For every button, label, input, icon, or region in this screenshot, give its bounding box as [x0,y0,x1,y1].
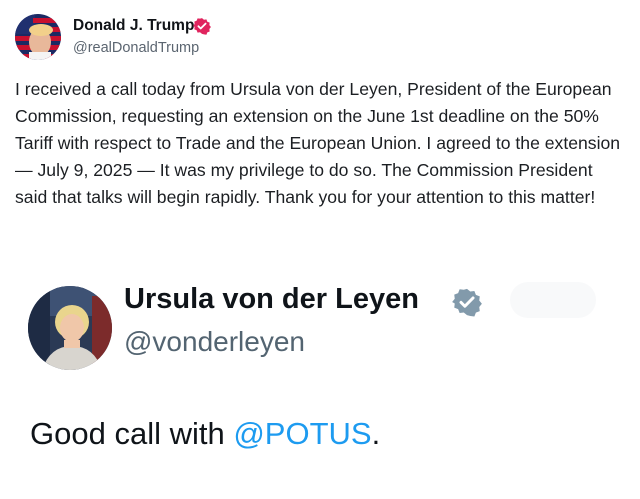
embedded-post: Ursula von der Leyen @vonderleyen Good c… [0,262,640,499]
follow-button[interactable] [510,282,596,318]
mention-link[interactable]: @POTUS [233,416,371,451]
post-text: I received a call today from Ursula von … [15,79,621,207]
top-post: Donald J. Trump @realDonaldTrump I recei… [0,0,640,262]
avatar-image [28,286,112,370]
post-text-after: . [371,416,381,451]
post-text-before: Good call with [30,416,234,451]
avatar[interactable] [15,14,61,60]
post-text: Good call with @POTUS. [30,416,380,452]
avatar-image [15,14,61,60]
author-handle[interactable]: @vonderleyen [124,326,305,358]
author-handle[interactable]: @realDonaldTrump [73,40,199,56]
verified-badge-icon [193,17,211,35]
verified-badge-icon [452,287,482,317]
avatar[interactable] [28,286,112,370]
author-name[interactable]: Ursula von der Leyen [124,283,419,316]
author-name[interactable]: Donald J. Trump [73,17,194,35]
